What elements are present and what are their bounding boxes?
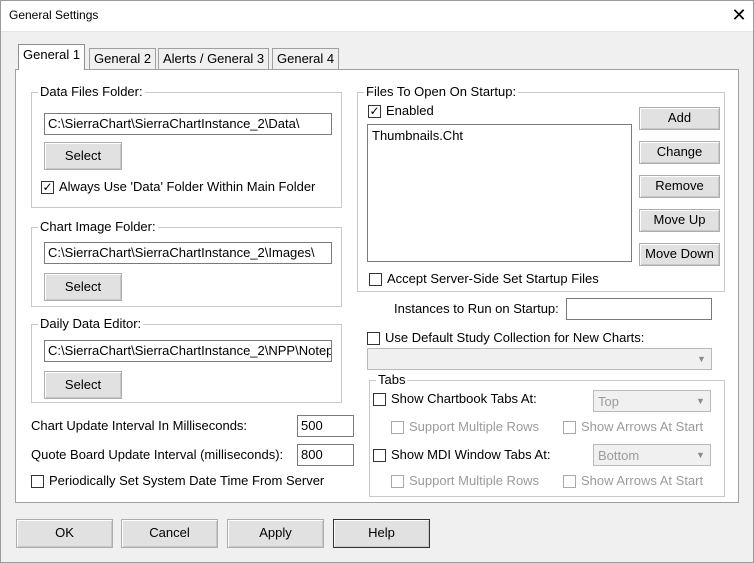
startup-enabled-checkbox[interactable]: ✓	[368, 105, 381, 118]
periodic-time-label: Periodically Set System Date Time From S…	[49, 473, 325, 488]
default-study-label: Use Default Study Collection for New Cha…	[385, 330, 645, 345]
chartbook-tabs-position-value: Top	[598, 394, 619, 409]
data-files-path-input[interactable]: C:\SierraChart\SierraChartInstance_2\Dat…	[44, 113, 332, 135]
chevron-down-icon: ▼	[697, 354, 706, 364]
data-files-select-button[interactable]: Select	[44, 142, 122, 170]
chartbook-arrows-checkbox[interactable]	[563, 421, 576, 434]
daily-data-group-label: Daily Data Editor:	[38, 316, 144, 331]
mdi-tabs-position-value: Bottom	[598, 448, 640, 463]
instances-input[interactable]	[566, 298, 712, 320]
startup-files-list[interactable]: Thumbnails.Cht	[367, 124, 632, 262]
mdi-tabs-checkbox[interactable]	[373, 449, 386, 462]
chartbook-tabs-checkbox[interactable]	[373, 393, 386, 406]
mdi-tabs-position-select[interactable]: Bottom ▼	[593, 444, 711, 466]
quote-board-interval-label: Quote Board Update Interval (millisecond…	[31, 447, 284, 462]
add-button[interactable]: Add	[639, 107, 720, 130]
startup-enabled-label: Enabled	[386, 103, 434, 118]
mdi-arrows-label: Show Arrows At Start	[581, 473, 704, 488]
data-files-group-label: Data Files Folder:	[38, 84, 145, 99]
list-item[interactable]: Thumbnails.Cht	[372, 128, 463, 143]
mdi-arrows-checkbox[interactable]	[563, 475, 576, 488]
chartbook-tabs-position-select[interactable]: Top ▼	[593, 390, 711, 412]
chart-update-interval-label: Chart Update Interval In Milliseconds:	[31, 418, 248, 433]
periodic-time-checkbox[interactable]	[31, 475, 44, 488]
tabs-group-label: Tabs	[376, 372, 408, 387]
daily-data-select-button[interactable]: Select	[44, 371, 122, 399]
remove-button[interactable]: Remove	[639, 175, 720, 198]
default-study-checkbox[interactable]	[367, 332, 380, 345]
chartbook-multiple-rows-label: Support Multiple Rows	[409, 419, 540, 434]
quote-board-interval-input[interactable]: 800	[297, 444, 354, 466]
chartbook-tabs-label: Show Chartbook Tabs At:	[391, 391, 537, 406]
change-button[interactable]: Change	[639, 141, 720, 164]
chartbook-multiple-rows-checkbox[interactable]	[391, 421, 404, 434]
instances-label: Instances to Run on Startup:	[394, 301, 559, 316]
mdi-multiple-rows-label: Support Multiple Rows	[409, 473, 540, 488]
chart-image-group-label: Chart Image Folder:	[38, 219, 158, 234]
chevron-down-icon: ▼	[696, 396, 705, 406]
move-up-button[interactable]: Move Up	[639, 209, 720, 232]
mdi-tabs-label: Show MDI Window Tabs At:	[391, 447, 551, 462]
default-study-select[interactable]: ▼	[367, 348, 712, 370]
accept-server-files-label: Accept Server-Side Set Startup Files	[387, 271, 599, 286]
chart-image-select-button[interactable]: Select	[44, 273, 122, 301]
always-use-data-folder-checkbox[interactable]: ✓	[41, 181, 54, 194]
accept-server-files-checkbox[interactable]	[369, 273, 382, 286]
move-down-button[interactable]: Move Down	[639, 243, 720, 266]
startup-files-group-label: Files To Open On Startup:	[364, 84, 519, 99]
mdi-multiple-rows-checkbox[interactable]	[391, 475, 404, 488]
chart-update-interval-input[interactable]: 500	[297, 415, 354, 437]
chartbook-arrows-label: Show Arrows At Start	[581, 419, 704, 434]
chevron-down-icon: ▼	[696, 450, 705, 460]
daily-data-path-input[interactable]: C:\SierraChart\SierraChartInstance_2\NPP…	[44, 340, 332, 362]
chart-image-path-input[interactable]: C:\SierraChart\SierraChartInstance_2\Ima…	[44, 242, 332, 264]
always-use-data-folder-label: Always Use 'Data' Folder Within Main Fol…	[59, 179, 316, 194]
